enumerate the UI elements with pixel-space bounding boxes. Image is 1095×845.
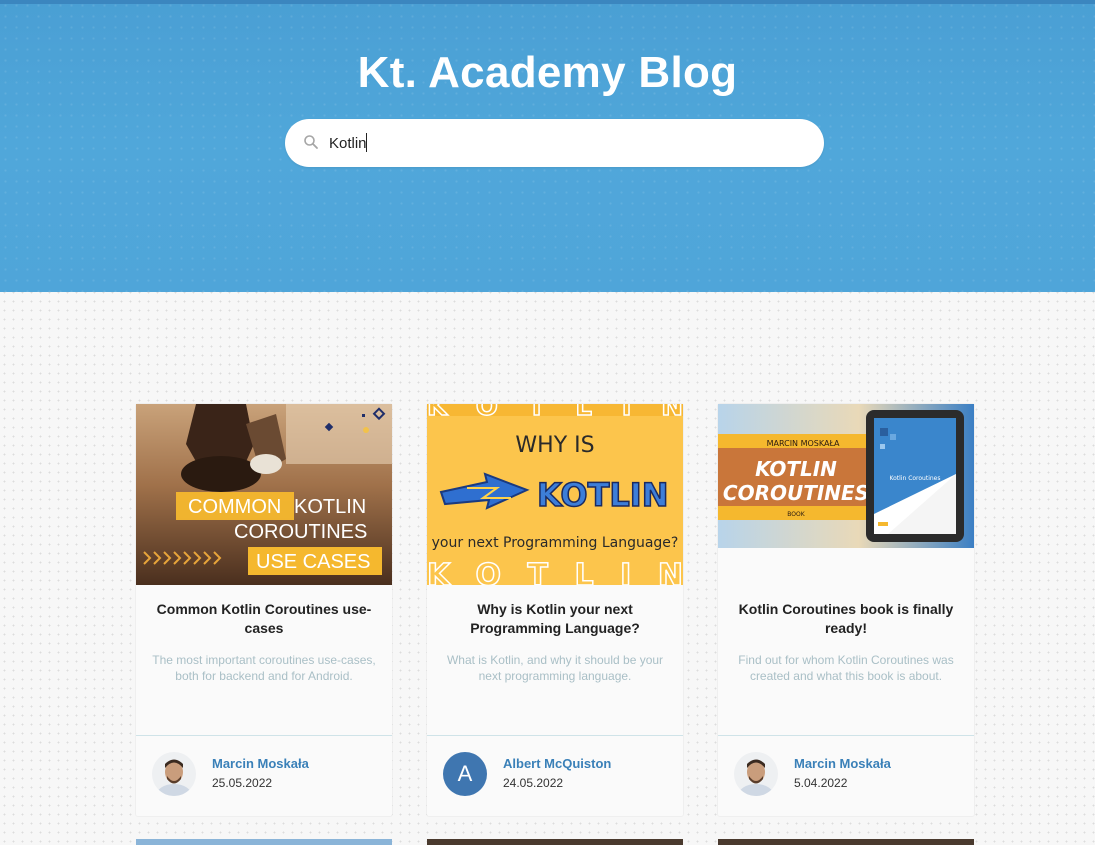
post-title[interactable]: Kotlin Coroutines book is finally ready! — [734, 600, 958, 638]
thumb-text-use-cases: USE CASES — [256, 551, 370, 573]
thumb-text-kotlin: KOTLIN — [294, 496, 366, 518]
author-name[interactable]: Marcin Moskała — [794, 756, 891, 771]
thumb-text-coroutines: COROUTINES — [723, 481, 869, 505]
post-thumbnail[interactable]: COMMON KOTLIN COROUTINES USE CASES — [136, 404, 392, 585]
card-divider — [136, 735, 392, 736]
post-card-partial[interactable] — [718, 839, 974, 845]
search-bar[interactable] — [285, 119, 824, 167]
thumb-text-book: BOOK — [787, 511, 805, 518]
post-title[interactable]: Common Kotlin Coroutines use-cases — [152, 600, 376, 638]
search-icon — [304, 135, 318, 149]
thumb-text-common: COMMON — [188, 496, 281, 518]
tablet-title: Kotlin Coroutines — [889, 475, 940, 482]
search-input[interactable] — [329, 131, 799, 155]
post-thumbnail[interactable]: KOTLIN KOTLIN WHY IS KOTLIN your next Pr… — [427, 404, 683, 585]
post-card-partial[interactable] — [136, 839, 392, 845]
thumb-text-kotlin: KOTLIN — [755, 457, 837, 481]
author-photo-icon — [734, 752, 778, 796]
post-description: The most important coroutines use-cases,… — [152, 653, 376, 683]
avatar[interactable] — [734, 752, 778, 796]
post-description: Find out for whom Kotlin Coroutines was … — [738, 653, 954, 683]
page-title: Kt. Academy Blog — [357, 48, 738, 97]
coroutines-book-thumbnail: MARCIN MOSKAŁA KOTLIN COROUTINES BOOK Ko… — [718, 404, 974, 585]
coroutines-use-cases-thumbnail: COMMON KOTLIN COROUTINES USE CASES — [136, 404, 392, 585]
tablet-icon: Kotlin Coroutines — [866, 410, 964, 542]
post-date: 25.05.2022 — [212, 776, 273, 790]
card-divider — [427, 735, 683, 736]
post-title[interactable]: Why is Kotlin your next Programming Lang… — [443, 600, 667, 638]
card-divider — [718, 735, 974, 736]
thumb-text-author: MARCIN MOSKAŁA — [767, 439, 840, 448]
thumb-text-tagline: your next Programming Language? — [432, 535, 679, 551]
author-name[interactable]: Marcin Moskała — [212, 756, 309, 771]
post-card[interactable]: COMMON KOTLIN COROUTINES USE CASES Commo… — [136, 404, 392, 816]
hero-banner: Kt. Academy Blog — [0, 0, 1095, 292]
why-kotlin-thumbnail: KOTLIN KOTLIN WHY IS KOTLIN your next Pr… — [427, 404, 683, 585]
avatar[interactable]: A — [443, 752, 487, 796]
post-description: What is Kotlin, and why it should be you… — [446, 653, 664, 683]
post-card-partial[interactable] — [427, 839, 683, 845]
thumb-text-why-is: WHY IS — [515, 433, 594, 458]
text-caret — [366, 133, 367, 152]
thumb-text-coroutines: COROUTINES — [234, 521, 367, 543]
author-name[interactable]: Albert McQuiston — [503, 756, 611, 771]
post-thumbnail[interactable]: MARCIN MOSKAŁA KOTLIN COROUTINES BOOK Ko… — [718, 404, 974, 585]
thumb-text-kotlin: KOTLIN — [537, 476, 668, 514]
post-date: 5.04.2022 — [794, 776, 848, 790]
avatar[interactable] — [152, 752, 196, 796]
post-date: 24.05.2022 — [503, 776, 564, 790]
author-photo-icon — [152, 752, 196, 796]
post-card[interactable]: MARCIN MOSKAŁA KOTLIN COROUTINES BOOK Ko… — [718, 404, 974, 816]
post-card[interactable]: KOTLIN KOTLIN WHY IS KOTLIN your next Pr… — [427, 404, 683, 816]
